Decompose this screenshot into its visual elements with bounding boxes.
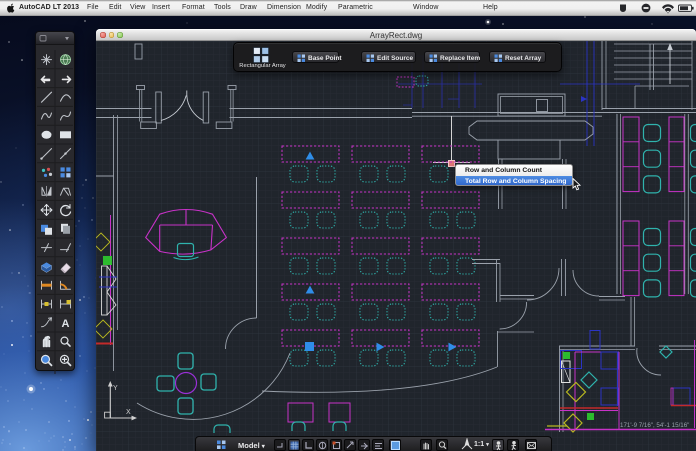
svg-text:Y: Y (113, 385, 118, 392)
svg-text:A: A (62, 318, 70, 330)
svg-text:X: X (126, 409, 131, 416)
svg-text:171'-9 7/16", 54'-1 15/16": 171'-9 7/16", 54'-1 15/16" (620, 422, 689, 429)
